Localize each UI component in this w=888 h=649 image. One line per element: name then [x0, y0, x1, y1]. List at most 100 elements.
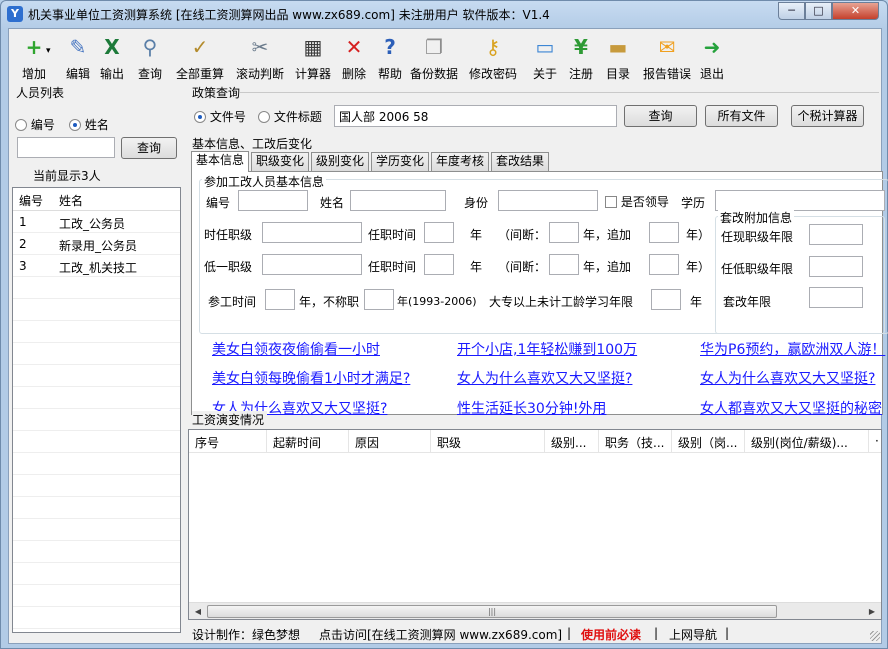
toolbar-search-button[interactable]: ⚲ 查询 — [135, 32, 165, 82]
person-list[interactable]: 编号 姓名 1 工改_公务员 2 新录用_公务员 3 工改_机关技工 — [12, 187, 181, 633]
not-fit-field[interactable] — [364, 289, 394, 310]
lower-extra-field[interactable] — [649, 254, 679, 275]
col-header-rank[interactable]: 职级 — [431, 430, 545, 453]
radio-by-id-circle[interactable] — [15, 119, 27, 131]
toolbar-calculator-button[interactable]: ▦ 计算器 — [293, 32, 333, 82]
identity-field[interactable] — [498, 190, 598, 211]
col-header-id[interactable]: 编号 — [19, 192, 43, 209]
visit-link[interactable]: 点击访问[在线工资测算网 www.zx689.com] — [319, 626, 562, 643]
policy-search-input[interactable]: 国人部 2006 58 — [334, 105, 617, 127]
toolbar-help-button[interactable]: ? 帮助 — [375, 32, 405, 82]
col-header-start-date[interactable]: 起薪时间 — [267, 430, 349, 453]
gap-field[interactable] — [549, 222, 579, 243]
id-field[interactable] — [238, 190, 308, 211]
person-query-button[interactable]: 查询 — [121, 137, 177, 159]
toolbar-label: 滚动判断 — [235, 67, 284, 81]
ad-link[interactable]: 性生活延长30分钟!外用 — [457, 398, 606, 418]
recalc-icon: ✓ — [191, 35, 209, 59]
list-item[interactable]: 3 工改_机关技工 — [13, 255, 180, 277]
toolbar-exit-button[interactable]: ➜ 退出 — [697, 32, 727, 82]
lower-years-field[interactable] — [809, 256, 863, 277]
ad-link[interactable]: 华为P6预约，赢欧洲双人游！ — [700, 339, 885, 359]
col-header-level-salary[interactable]: 级别(岗位/薪级)... — [745, 430, 869, 453]
lower-position-field[interactable] — [262, 254, 362, 275]
toolbar-key-button[interactable]: ⚷ 修改密码 — [463, 32, 523, 82]
toolbar-excel-button[interactable]: X 输出 — [97, 32, 127, 82]
lower-term-year-field[interactable] — [424, 254, 454, 275]
college-years-field[interactable] — [651, 289, 681, 310]
toolbar-add-button[interactable]: + ▾ 增加 — [12, 32, 56, 82]
radio-doc-no[interactable]: 文件号 — [194, 108, 246, 125]
horizontal-scrollbar[interactable]: ◀ ||| ▶ — [189, 602, 881, 619]
toolbar-edit-button[interactable]: ✎ 编辑 — [63, 32, 93, 82]
toolbar-delete-button[interactable]: ✕ 删除 — [339, 32, 369, 82]
extra-field[interactable] — [649, 222, 679, 243]
col-header-more[interactable]: · — [869, 430, 881, 453]
radio-by-id[interactable]: 编号 — [15, 116, 55, 133]
ad-link[interactable]: 美女白领每晚偷看1小时才满足? — [212, 368, 410, 388]
position-field[interactable] — [262, 222, 362, 243]
toolbar-mail-button[interactable]: ✉ 报告错误 — [641, 32, 693, 82]
ad-link[interactable]: 女人为什么喜欢又大又坚挺? — [700, 368, 875, 388]
col-header-seq[interactable]: 序号 — [189, 430, 267, 453]
salary-history-table[interactable]: 序号 起薪时间 原因 职级 级别... 职务（技... 级别（岗... 级别(岗… — [188, 429, 882, 620]
radio-doc-title[interactable]: 文件标题 — [258, 108, 322, 125]
scroll-right-icon[interactable]: ▶ — [865, 605, 879, 618]
radio-doc-no-circle[interactable] — [194, 111, 206, 123]
col-header-level-post[interactable]: 级别（岗... — [672, 430, 745, 453]
col-header-reason[interactable]: 原因 — [349, 430, 431, 453]
tab-level-change[interactable]: 级别变化 — [311, 152, 369, 171]
lower-years-label: 任低职级年限 — [721, 262, 794, 276]
toolbar-about-button[interactable]: ▭ 关于 — [530, 32, 560, 82]
radio-by-name-circle[interactable] — [69, 119, 81, 131]
scroll-left-icon[interactable]: ◀ — [191, 605, 205, 618]
person-search-input[interactable] — [17, 137, 115, 158]
term-year-field[interactable] — [424, 222, 454, 243]
list-item[interactable]: 2 新录用_公务员 — [13, 233, 180, 255]
is-leader-box[interactable] — [605, 196, 617, 208]
col-header-name[interactable]: 姓名 — [59, 192, 83, 209]
toolbar-tools-button[interactable]: ✂ 滚动判断 — [233, 32, 287, 82]
toolbar-folder-button[interactable]: ▬ 目录 — [603, 32, 633, 82]
tax-calculator-button[interactable]: 个税计算器 — [791, 105, 864, 127]
all-files-button[interactable]: 所有文件 — [705, 105, 778, 127]
radio-doc-title-circle[interactable] — [258, 111, 270, 123]
tab-annual-review[interactable]: 年度考核 — [431, 152, 489, 171]
ad-link[interactable]: 开个小店,1年轻松赚到100万 — [457, 339, 637, 359]
work-start-field[interactable] — [265, 289, 295, 310]
lower-gap-field[interactable] — [549, 254, 579, 275]
name-field[interactable] — [350, 190, 446, 211]
ad-link[interactable]: 美女白领夜夜偷偷看一小时 — [212, 339, 380, 359]
toolbar-label: 全部重算 — [175, 67, 224, 81]
tab-rank-change[interactable]: 职级变化 — [251, 152, 309, 171]
nav-link[interactable]: 上网导航 — [669, 626, 717, 643]
ad-link[interactable]: 女人都喜欢又大又坚挺的秘密 — [700, 398, 882, 418]
list-item[interactable]: 1 工改_公务员 — [13, 211, 180, 233]
add-icon: + — [25, 35, 43, 59]
dropdown-arrow-icon[interactable]: ▾ — [46, 46, 51, 56]
radio-by-id-label: 编号 — [30, 118, 55, 132]
radio-by-name[interactable]: 姓名 — [69, 116, 109, 133]
maximize-button[interactable]: □ — [805, 2, 832, 20]
tab-basic-info[interactable]: 基本信息 — [191, 151, 249, 172]
minimize-button[interactable]: ─ — [778, 2, 805, 20]
tab-education-change[interactable]: 学历变化 — [371, 152, 429, 171]
policy-query-button[interactable]: 查询 — [624, 105, 697, 127]
col-header-duty[interactable]: 职务（技... — [599, 430, 672, 453]
close-window-button[interactable]: ✕ — [832, 2, 879, 20]
empty-list-row — [13, 409, 180, 431]
must-read-link[interactable]: 使用前必读 — [581, 626, 641, 643]
reform-years-field[interactable] — [809, 287, 863, 308]
scroll-thumb[interactable]: ||| — [207, 605, 777, 618]
is-leader-checkbox[interactable]: 是否领导 — [605, 193, 669, 210]
current-years-field[interactable] — [809, 224, 863, 245]
col-header-level[interactable]: 级别... — [545, 430, 599, 453]
resize-grip[interactable] — [870, 631, 880, 641]
ad-link[interactable]: 女人为什么喜欢又大又坚挺? — [457, 368, 632, 388]
tab-reform-result[interactable]: 套改结果 — [491, 152, 549, 171]
toolbar-backup-button[interactable]: ❐ 备份数据 — [409, 32, 459, 82]
education-field[interactable] — [715, 190, 885, 211]
position-label: 时任职级 — [204, 228, 253, 242]
toolbar-register-button[interactable]: ¥ 注册 — [566, 32, 596, 82]
toolbar-recalc-button[interactable]: ✓ 全部重算 — [173, 32, 227, 82]
